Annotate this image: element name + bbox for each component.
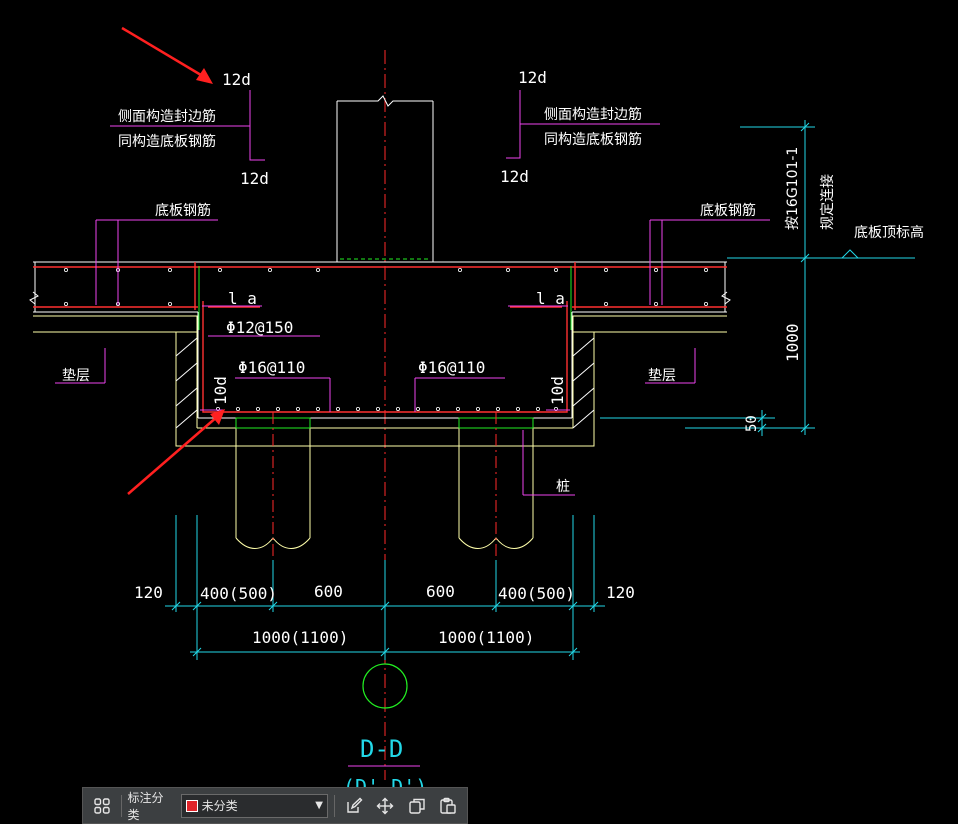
edit-icon[interactable] bbox=[341, 793, 367, 819]
label-bottom-slab-bar-left: 底板钢筋 bbox=[155, 202, 211, 219]
dim-600-left: 600 bbox=[314, 582, 343, 601]
annotation-toolbar: 标注分类 未分类 ▼ bbox=[82, 787, 468, 824]
label-bar-16-110-left: Φ16@110 bbox=[238, 358, 305, 377]
dim-50-vertical: 50 bbox=[744, 415, 760, 432]
dim-1000-right: 1000(1100) bbox=[438, 628, 534, 647]
rebar-dots bbox=[64, 267, 709, 411]
label-slab-top-elevation: 底板顶标高 bbox=[854, 224, 924, 241]
label-side-bar-right-2: 同构造底板钢筋 bbox=[544, 131, 642, 148]
label-bottom-slab-bar-right: 底板钢筋 bbox=[700, 202, 756, 219]
slab-outline bbox=[29, 261, 731, 419]
cushion-layer bbox=[33, 315, 727, 447]
cad-drawing-canvas[interactable]: 12d 12d 12d 12d l a l a Φ12@150 Φ16@110 … bbox=[0, 0, 958, 824]
dim-600-right: 600 bbox=[426, 582, 455, 601]
label-la-right: l a bbox=[536, 289, 565, 308]
leader-lines bbox=[55, 90, 770, 496]
label-12d-bottom-right: 12d bbox=[500, 167, 529, 186]
label-12d-top-left: 12d bbox=[222, 70, 251, 89]
label-cushion-left: 垫层 bbox=[62, 368, 90, 384]
dim-1000-left: 1000(1100) bbox=[252, 628, 348, 647]
label-side-bar-left-2: 同构造底板钢筋 bbox=[118, 133, 216, 150]
section-title: D-D bbox=[360, 735, 403, 763]
toolbar-divider bbox=[120, 794, 122, 817]
label-la-left: l a bbox=[228, 289, 257, 308]
dim-400-left: 400(500) bbox=[200, 584, 277, 603]
label-ref-atlas: 按16G101-1 bbox=[785, 147, 801, 230]
category-color-swatch bbox=[185, 799, 198, 812]
slab-rebar bbox=[33, 262, 727, 413]
label-bar-16-110-right: Φ16@110 bbox=[418, 358, 485, 377]
label-12d-top-right: 12d bbox=[518, 68, 547, 87]
category-select[interactable]: 未分类 ▼ bbox=[180, 793, 328, 818]
category-label: 标注分类 bbox=[127, 790, 164, 822]
move-icon[interactable] bbox=[372, 793, 398, 819]
label-12d-bottom-left: 12d bbox=[240, 169, 269, 188]
label-bar-12-150: Φ12@150 bbox=[226, 318, 293, 337]
annotation-arrows bbox=[121, 26, 225, 495]
dimension-lines bbox=[165, 120, 915, 660]
dim-120-left: 120 bbox=[134, 583, 163, 602]
dim-1000-vertical: 1000 bbox=[783, 323, 802, 362]
label-pile: 桩 bbox=[556, 478, 570, 495]
toolbar-divider bbox=[333, 794, 335, 817]
label-side-bar-right-1: 侧面构造封边筋 bbox=[544, 106, 642, 123]
paste-icon[interactable] bbox=[436, 793, 462, 819]
dim-400-right: 400(500) bbox=[498, 584, 575, 603]
label-10d-left: 10d bbox=[211, 376, 230, 405]
grid-menu-icon[interactable] bbox=[89, 793, 115, 819]
dim-120-right: 120 bbox=[606, 583, 635, 602]
label-10d-right: 10d bbox=[548, 376, 567, 405]
label-side-bar-left-1: 侧面构造封边筋 bbox=[118, 108, 216, 125]
copy-icon[interactable] bbox=[404, 793, 430, 819]
chevron-down-icon: ▼ bbox=[315, 800, 323, 811]
label-ref-rule: 规定连接 bbox=[819, 174, 836, 230]
category-select-value: 未分类 bbox=[201, 799, 238, 813]
label-cushion-right: 垫层 bbox=[648, 368, 676, 384]
